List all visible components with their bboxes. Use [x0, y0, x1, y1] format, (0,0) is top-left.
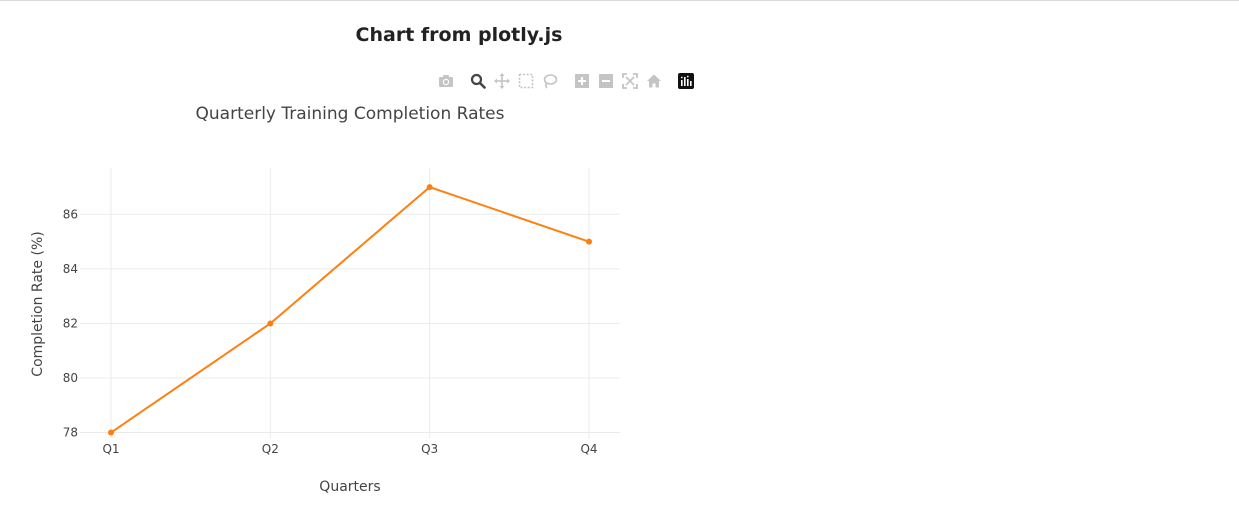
line-chart: Quarterly Training Completion Rates 78 80… [30, 104, 620, 495]
y-tick-labels: 78 80 82 84 86 [63, 207, 78, 439]
y-tick-label: 86 [63, 207, 78, 221]
data-point[interactable] [267, 320, 274, 327]
x-tick-label: Q1 [102, 442, 119, 456]
y-tick-label: 82 [63, 316, 78, 330]
x-tick-labels: Q1 Q2 Q3 Q4 [102, 442, 597, 456]
x-tick-label: Q4 [580, 442, 597, 456]
data-point[interactable] [426, 184, 433, 191]
y-tick-label: 78 [63, 426, 78, 440]
x-tick-label: Q2 [262, 442, 279, 456]
chart-title: Quarterly Training Completion Rates [196, 104, 505, 124]
x-tick-label: Q3 [421, 442, 438, 456]
x-axis-label: Quarters [319, 479, 380, 495]
y-axis-label: Completion Rate (%) [30, 231, 46, 376]
data-point[interactable] [586, 238, 592, 245]
series-line [110, 186, 590, 434]
data-point[interactable] [108, 429, 114, 436]
series-group [108, 184, 592, 436]
y-tick-label: 84 [63, 262, 78, 276]
y-tick-label: 80 [63, 371, 78, 385]
